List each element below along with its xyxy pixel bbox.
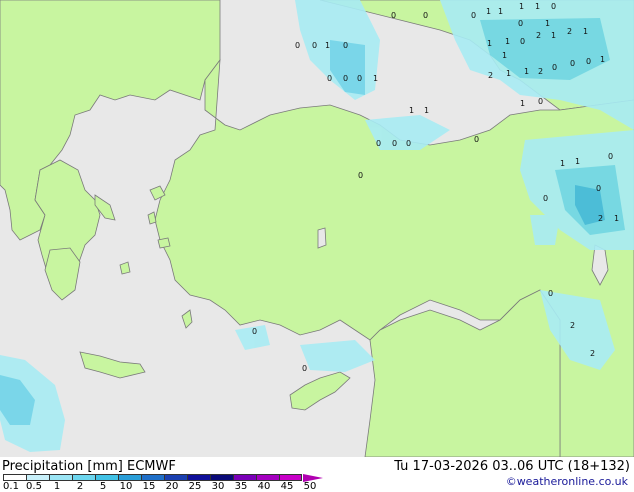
precip-value-label: 0 bbox=[474, 135, 480, 144]
precip-value-label: 1 bbox=[487, 39, 493, 48]
legend-label: 0.5 bbox=[26, 481, 42, 492]
precip-value-label: 1 bbox=[614, 214, 620, 223]
precip-value-label: 1 bbox=[535, 2, 541, 11]
precip-value-label: 1 bbox=[486, 7, 492, 16]
legend-label: 10 bbox=[119, 481, 133, 492]
legend-label: 2 bbox=[76, 481, 84, 492]
legend-swatch bbox=[210, 474, 233, 481]
legend-label: 5 bbox=[99, 481, 107, 492]
legend-colorbar bbox=[3, 474, 302, 481]
precip-value-label: 2 bbox=[536, 31, 542, 40]
legend-swatch bbox=[3, 474, 26, 481]
precip-patch-cilicia bbox=[300, 340, 375, 372]
precip-value-label: 0 bbox=[548, 289, 554, 298]
map-footer: Precipitation [mm] ECMWF Tu 17-03-2026 0… bbox=[0, 457, 634, 492]
precip-value-label: 0 bbox=[357, 74, 363, 83]
precip-value-label: 0 bbox=[551, 2, 557, 11]
legend-swatch bbox=[187, 474, 210, 481]
precip-value-label: 1 bbox=[502, 51, 508, 60]
precip-value-label: 2 bbox=[488, 71, 494, 80]
map-title: Precipitation [mm] ECMWF bbox=[2, 459, 176, 474]
legend-label: 45 bbox=[280, 481, 294, 492]
precip-value-label: 1 bbox=[600, 55, 606, 64]
precip-value-label: 0 bbox=[343, 74, 349, 83]
precip-value-label: 1 bbox=[583, 27, 589, 36]
legend-swatch bbox=[164, 474, 187, 481]
precip-value-label: 0 bbox=[392, 139, 398, 148]
legend-label: 35 bbox=[234, 481, 248, 492]
precip-value-label: 1 bbox=[373, 74, 379, 83]
rhodes-land bbox=[181, 309, 193, 329]
lake-tuz bbox=[317, 227, 327, 249]
cyprus-land bbox=[289, 371, 351, 411]
precip-value-label: 1 bbox=[498, 7, 504, 16]
legend-label: 0.1 bbox=[3, 481, 19, 492]
valid-time: Tu 17-03-2026 03..06 UTC (18+132) bbox=[394, 459, 630, 474]
precip-value-label: 1 bbox=[551, 31, 557, 40]
naxos-land bbox=[119, 261, 131, 275]
legend-swatch bbox=[26, 474, 49, 481]
precip-value-label: 0 bbox=[358, 171, 364, 180]
legend-swatch bbox=[256, 474, 279, 481]
precip-value-label: 0 bbox=[312, 41, 318, 50]
precip-value-label: 0 bbox=[391, 11, 397, 20]
legend-label: 30 bbox=[211, 481, 225, 492]
precip-value-label: 2 bbox=[598, 214, 604, 223]
legend-swatch bbox=[95, 474, 118, 481]
chios-land bbox=[147, 211, 157, 225]
precip-value-label: 0 bbox=[471, 11, 477, 20]
precip-value-label: 0 bbox=[520, 37, 526, 46]
precip-value-label: 1 bbox=[424, 106, 430, 115]
precip-value-label: 0 bbox=[327, 74, 333, 83]
precip-value-label: 2 bbox=[567, 27, 573, 36]
legend-label: 40 bbox=[257, 481, 271, 492]
precip-value-label: 1 bbox=[409, 106, 415, 115]
legend-swatch bbox=[141, 474, 164, 481]
precip-value-label: 0 bbox=[543, 194, 549, 203]
legend-swatch bbox=[279, 474, 302, 481]
precip-value-label: 2 bbox=[538, 67, 544, 76]
precip-value-label: 0 bbox=[570, 59, 576, 68]
samos-land bbox=[157, 237, 171, 249]
legend-label: 1 bbox=[53, 481, 61, 492]
precip-value-label: 1 bbox=[325, 41, 331, 50]
precip-value-label: 0 bbox=[518, 19, 524, 28]
precip-value-label: 0 bbox=[302, 364, 308, 373]
legend-swatch bbox=[49, 474, 72, 481]
precip-value-label: 1 bbox=[575, 157, 581, 166]
credit-link[interactable]: ©weatheronline.co.uk bbox=[506, 475, 628, 488]
precip-value-label: 2 bbox=[590, 349, 596, 358]
precip-value-label: 0 bbox=[343, 41, 349, 50]
legend-swatch bbox=[118, 474, 141, 481]
legend-label: 20 bbox=[165, 481, 179, 492]
peloponnese-land bbox=[44, 247, 81, 301]
precip-value-label: 0 bbox=[596, 184, 602, 193]
precip-value-label: 0 bbox=[376, 139, 382, 148]
legend-label: 15 bbox=[142, 481, 156, 492]
precip-patch-east-mid bbox=[530, 215, 560, 245]
precip-value-label: 1 bbox=[524, 67, 530, 76]
legend-label: 25 bbox=[188, 481, 202, 492]
crete-land bbox=[79, 351, 146, 379]
legend-label: 50 bbox=[303, 481, 317, 492]
legend-swatch bbox=[72, 474, 95, 481]
weather-map: 1111000001001011021211211200010001101100… bbox=[0, 0, 634, 457]
precip-value-label: 2 bbox=[570, 321, 576, 330]
precip-value-label: 1 bbox=[560, 159, 566, 168]
precip-value-label: 1 bbox=[505, 37, 511, 46]
precip-value-label: 0 bbox=[423, 11, 429, 20]
legend-swatch bbox=[233, 474, 256, 481]
precip-value-label: 0 bbox=[406, 139, 412, 148]
precip-value-label: 0 bbox=[586, 57, 592, 66]
precip-value-label: 1 bbox=[506, 69, 512, 78]
precip-value-label: 0 bbox=[252, 327, 258, 336]
precip-value-label: 0 bbox=[295, 41, 301, 50]
precip-value-label: 1 bbox=[520, 99, 526, 108]
precip-value-label: 0 bbox=[538, 97, 544, 106]
precip-value-label: 1 bbox=[519, 2, 525, 11]
precip-value-label: 0 bbox=[608, 152, 614, 161]
precip-value-label: 0 bbox=[552, 63, 558, 72]
precip-value-label: 1 bbox=[545, 19, 551, 28]
